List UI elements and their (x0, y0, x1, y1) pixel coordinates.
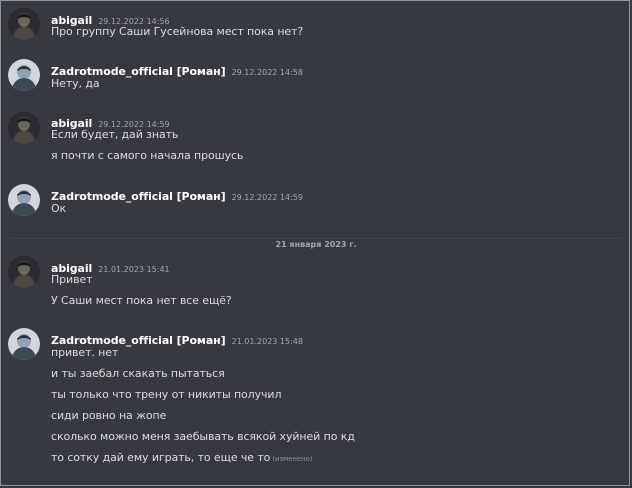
avatar-roman-icon[interactable] (8, 184, 40, 216)
timestamp: 29.12.2022 14:59 (231, 193, 303, 202)
avatar-roman-icon[interactable] (8, 328, 40, 360)
message-header: Zadrotmode_official [Роман] 21.01.2023 15… (51, 329, 303, 347)
message-text-edited: то сотку дай ему играть, то еще че то (из… (51, 451, 312, 464)
message-text: сиди ровно на жопе (51, 409, 167, 422)
date-divider: 21 января 2023 г. (0, 232, 632, 251)
message-text: сколько можно меня заебывать всякой хуйн… (51, 430, 355, 443)
message-header: abigail 29.12.2022 14:56 (51, 9, 170, 27)
avatar-abigail-icon[interactable] (8, 256, 40, 288)
message-text: Привет (51, 273, 93, 286)
avatar-abigail-icon[interactable] (8, 112, 40, 144)
message-header: abigail 29.12.2022 14:59 (51, 112, 170, 130)
message-text: ты только что трену от никиты получил (51, 388, 282, 401)
edited-label: (изменено) (272, 455, 313, 463)
message-text: Ок (51, 202, 67, 215)
timestamp: 21.01.2023 15:41 (98, 265, 170, 274)
date-divider-label: 21 января 2023 г. (269, 240, 363, 249)
message-text: и ты заебал скакать пытаться (51, 367, 225, 380)
message-text: У Саши мест пока нет все ещё? (51, 294, 232, 307)
avatar-abigail-icon[interactable] (8, 8, 40, 40)
username[interactable]: Zadrotmode_official [Роман] (51, 190, 226, 203)
message-text: Если будет, дай знать (51, 128, 179, 141)
message-header: Zadrotmode_official [Роман] 29.12.2022 14… (51, 185, 303, 203)
message-text: то сотку дай ему играть, то еще че то (51, 451, 271, 464)
avatar-roman-icon[interactable] (8, 59, 40, 91)
timestamp: 29.12.2022 14:58 (231, 68, 303, 77)
timestamp: 21.01.2023 15:48 (231, 337, 303, 346)
message-text: привет. нет (51, 346, 119, 359)
message-text: Нету, да (51, 77, 100, 90)
message-text: Про группу Саши Гусейнова мест пока нет? (51, 25, 304, 38)
message-text: я почти с самого начала прошусь (51, 149, 244, 162)
message-header: abigail 21.01.2023 15:41 (51, 257, 170, 275)
message-header: Zadrotmode_official [Роман] 29.12.2022 14… (51, 60, 303, 78)
